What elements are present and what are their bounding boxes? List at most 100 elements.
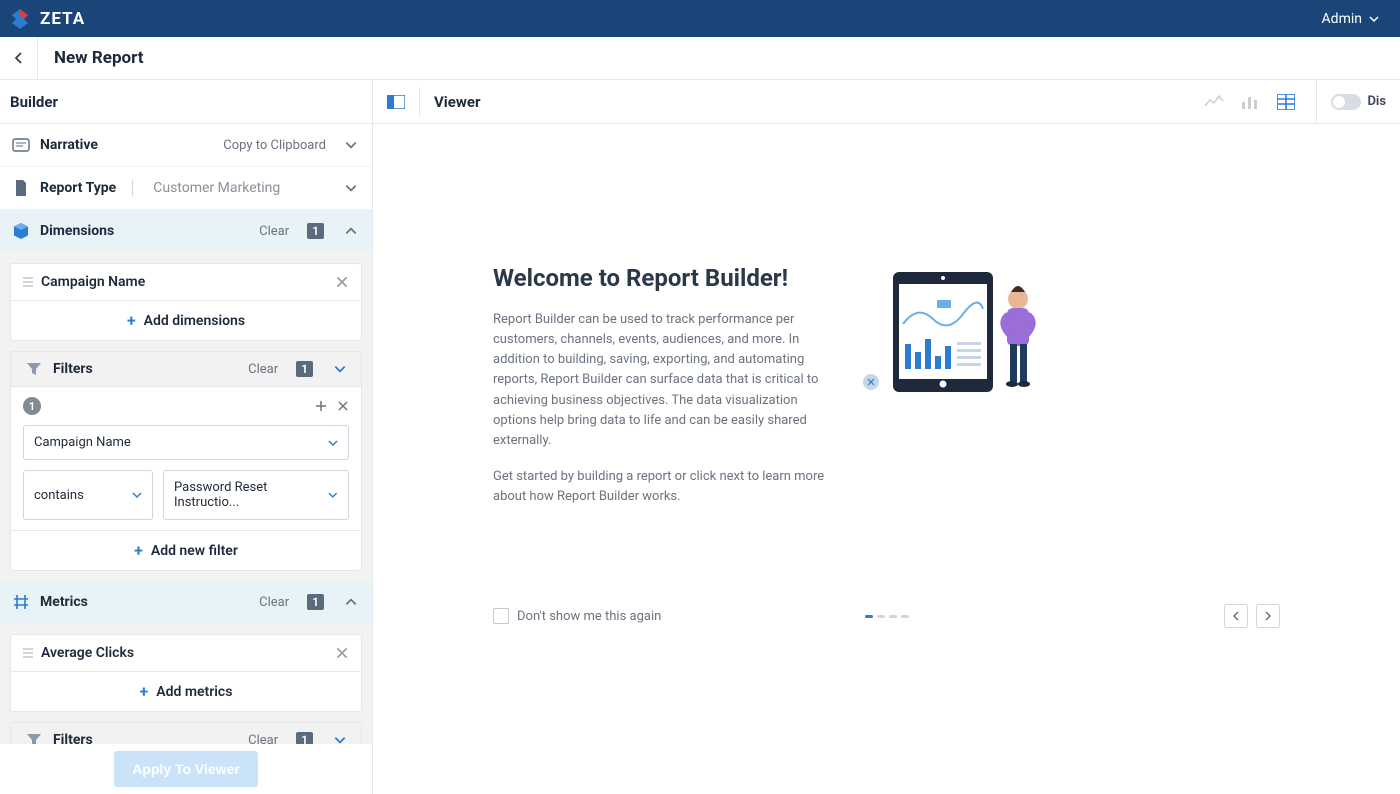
remove-dimension-button[interactable] bbox=[335, 275, 349, 289]
narrative-label: Narrative bbox=[40, 137, 98, 153]
chevron-down-icon bbox=[132, 490, 142, 500]
filter-group-header: 1 bbox=[23, 397, 349, 415]
carousel-dot[interactable] bbox=[877, 615, 885, 618]
filter-field-value: Campaign Name bbox=[34, 435, 131, 450]
section-report-type[interactable]: Report Type Customer Marketing bbox=[0, 167, 372, 210]
chart-type-switcher: Dis bbox=[1204, 80, 1386, 124]
plus-icon: + bbox=[127, 311, 136, 330]
filter-field-select[interactable]: Campaign Name bbox=[23, 425, 349, 460]
welcome-illustration bbox=[863, 264, 1053, 523]
filter-group-number: 1 bbox=[23, 397, 41, 415]
welcome-paragraph-2: Get started by building a report or clic… bbox=[493, 467, 833, 507]
line-chart-icon[interactable] bbox=[1204, 92, 1224, 112]
dim-filters-label: Filters bbox=[53, 361, 93, 377]
builder-sidebar: Builder Narrative Copy to Clipboard Repo… bbox=[0, 80, 373, 794]
viewer-title: Viewer bbox=[434, 93, 480, 111]
report-type-value: Customer Marketing bbox=[153, 180, 280, 196]
filter-operator-select[interactable]: contains bbox=[23, 470, 153, 520]
welcome-panel: Welcome to Report Builder! Report Builde… bbox=[493, 264, 1280, 523]
chevron-up-icon bbox=[344, 595, 358, 609]
panel-toggle-icon[interactable] bbox=[387, 95, 405, 109]
narrative-icon bbox=[12, 136, 30, 154]
builder-body: Narrative Copy to Clipboard Report Type … bbox=[0, 124, 372, 744]
drag-handle-icon[interactable] bbox=[23, 277, 33, 287]
filter-value-select[interactable]: Password Reset Instructio... bbox=[163, 470, 349, 520]
carousel-next-button[interactable] bbox=[1256, 604, 1280, 628]
metric-filters-header[interactable]: Filters Clear 1 bbox=[11, 723, 361, 744]
plus-icon: + bbox=[140, 682, 149, 701]
add-dimensions-button[interactable]: + Add dimensions bbox=[11, 301, 361, 340]
dimension-item: Campaign Name bbox=[11, 264, 361, 301]
dim-filters-clear[interactable]: Clear bbox=[248, 362, 278, 377]
page-header: New Report bbox=[0, 37, 1400, 80]
page-title: New Report bbox=[54, 48, 144, 68]
remove-filter-group-button[interactable] bbox=[337, 400, 349, 412]
toggle-label: Dis bbox=[1367, 94, 1386, 109]
drag-handle-icon[interactable] bbox=[23, 648, 33, 658]
report-type-label: Report Type bbox=[40, 180, 116, 196]
filter-icon bbox=[25, 731, 43, 744]
chevron-down-icon bbox=[333, 362, 347, 376]
copy-clipboard-action[interactable]: Copy to Clipboard bbox=[223, 138, 326, 153]
viewer-body: Welcome to Report Builder! Report Builde… bbox=[373, 124, 1400, 794]
viewer-panel: Viewer Dis Welcome to Report Builder! Re… bbox=[373, 80, 1400, 794]
section-dimensions[interactable]: Dimensions Clear 1 bbox=[0, 210, 372, 253]
add-dimensions-label: Add dimensions bbox=[144, 313, 245, 329]
dimensions-label: Dimensions bbox=[40, 223, 114, 239]
metrics-card: Average Clicks + Add metrics bbox=[10, 634, 362, 712]
brand-name: ZETA bbox=[40, 9, 85, 29]
welcome-title: Welcome to Report Builder! bbox=[493, 264, 833, 292]
dont-show-checkbox[interactable] bbox=[493, 608, 509, 624]
carousel-dot[interactable] bbox=[889, 615, 897, 618]
met-filters-count: 1 bbox=[296, 732, 313, 744]
section-narrative[interactable]: Narrative Copy to Clipboard bbox=[0, 124, 372, 167]
dimensions-clear[interactable]: Clear bbox=[259, 224, 289, 239]
dimensions-count: 1 bbox=[307, 223, 324, 239]
user-menu-label: Admin bbox=[1322, 11, 1362, 27]
dim-filters-count: 1 bbox=[296, 361, 313, 377]
chevron-down-icon bbox=[1368, 13, 1380, 25]
metrics-count: 1 bbox=[307, 594, 324, 610]
chevron-left-icon bbox=[14, 51, 24, 65]
back-button[interactable] bbox=[0, 37, 38, 80]
met-filters-clear[interactable]: Clear bbox=[248, 733, 278, 745]
metric-item-label: Average Clicks bbox=[41, 645, 327, 661]
chevron-right-icon bbox=[1264, 611, 1272, 621]
remove-metric-button[interactable] bbox=[335, 646, 349, 660]
add-filter-group-button[interactable] bbox=[315, 400, 327, 412]
filter-icon bbox=[25, 360, 43, 378]
user-menu[interactable]: Admin bbox=[1322, 11, 1380, 27]
chevron-up-icon bbox=[344, 224, 358, 238]
add-metrics-button[interactable]: + Add metrics bbox=[11, 672, 361, 711]
display-toggle[interactable]: Dis bbox=[1316, 80, 1386, 124]
top-bar: ZETA Admin bbox=[0, 0, 1400, 37]
cube-icon bbox=[12, 222, 30, 240]
metric-item: Average Clicks bbox=[11, 635, 361, 672]
filter-operator-value: contains bbox=[34, 488, 84, 503]
carousel-nav bbox=[1224, 604, 1280, 628]
carousel-dot[interactable] bbox=[865, 615, 873, 618]
table-icon[interactable] bbox=[1276, 92, 1296, 112]
brand-logo[interactable]: ZETA bbox=[8, 7, 85, 31]
carousel-dot[interactable] bbox=[901, 615, 909, 618]
main-layout: Builder Narrative Copy to Clipboard Repo… bbox=[0, 80, 1400, 794]
add-metrics-label: Add metrics bbox=[156, 684, 232, 700]
zeta-logo-icon bbox=[8, 7, 32, 31]
bar-chart-icon[interactable] bbox=[1240, 92, 1260, 112]
chevron-down-icon bbox=[344, 138, 358, 152]
plus-icon: + bbox=[134, 541, 143, 560]
dimension-filters-card: Filters Clear 1 1 Campaign Name bbox=[10, 351, 362, 571]
dimension-filters-header[interactable]: Filters Clear 1 bbox=[11, 352, 361, 387]
add-filter-button[interactable]: + Add new filter bbox=[11, 530, 361, 570]
chevron-left-icon bbox=[1232, 611, 1240, 621]
apply-to-viewer-button[interactable]: Apply To Viewer bbox=[114, 751, 258, 787]
toggle-switch[interactable] bbox=[1331, 94, 1361, 110]
hash-icon bbox=[12, 593, 30, 611]
section-metrics[interactable]: Metrics Clear 1 bbox=[0, 581, 372, 624]
metric-filters-card: Filters Clear 1 bbox=[10, 722, 362, 744]
dimensions-card: Campaign Name + Add dimensions bbox=[10, 263, 362, 341]
carousel-prev-button[interactable] bbox=[1224, 604, 1248, 628]
metrics-clear[interactable]: Clear bbox=[259, 595, 289, 610]
builder-footer: Apply To Viewer bbox=[0, 744, 372, 794]
welcome-paragraph-1: Report Builder can be used to track perf… bbox=[493, 310, 833, 451]
